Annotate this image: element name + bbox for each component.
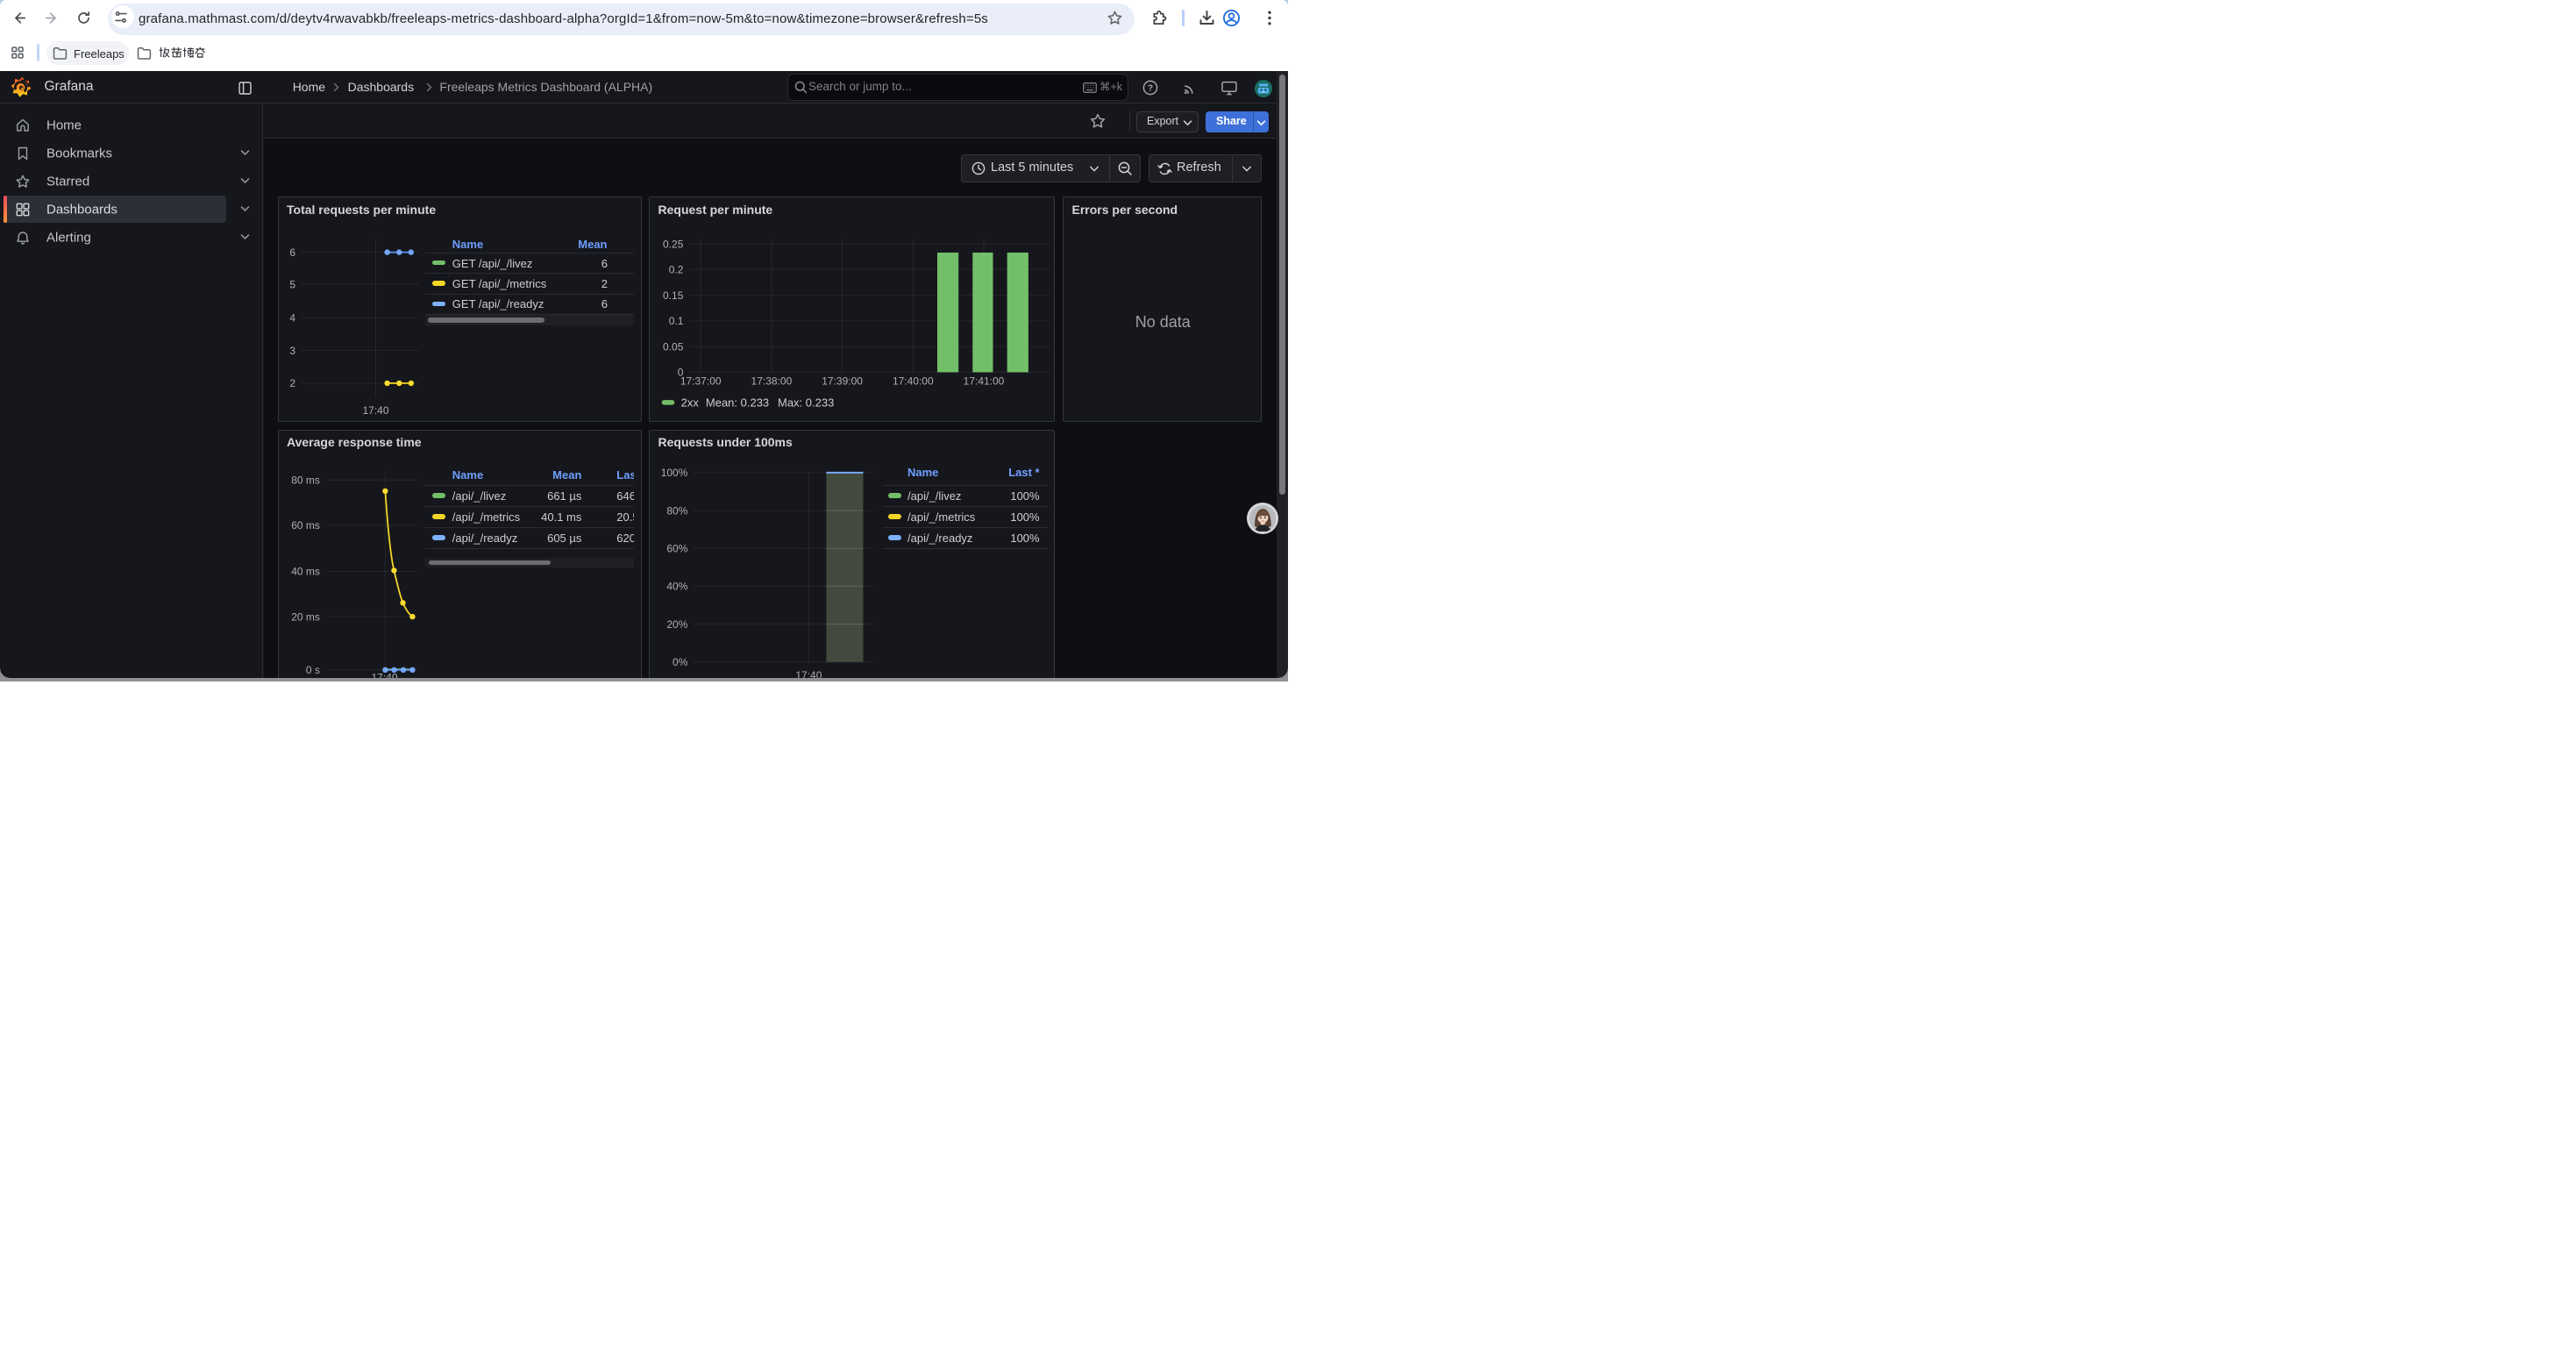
svg-text:3: 3 [289, 345, 295, 357]
svg-text:40%: 40% [666, 580, 687, 592]
svg-text:5: 5 [289, 279, 295, 291]
svg-text:0.2: 0.2 [669, 263, 684, 275]
svg-text:Max: 0.233: Max: 0.233 [778, 396, 834, 409]
svg-text:20%: 20% [666, 617, 687, 630]
svg-text:40 ms: 40 ms [291, 565, 320, 577]
svg-text:0%: 0% [672, 656, 688, 668]
svg-text:17:37:00: 17:37:00 [680, 375, 722, 388]
svg-text:17:41:00: 17:41:00 [964, 375, 1005, 388]
svg-text:2xx: 2xx [681, 396, 700, 409]
svg-text:Mean: 0.233: Mean: 0.233 [706, 396, 769, 409]
svg-text:80 ms: 80 ms [291, 474, 320, 486]
svg-text:60 ms: 60 ms [291, 519, 320, 532]
svg-text:4: 4 [289, 311, 295, 324]
svg-text:60%: 60% [666, 542, 687, 554]
svg-text:2: 2 [289, 377, 295, 389]
svg-text:0.1: 0.1 [669, 315, 684, 327]
svg-text:20 ms: 20 ms [291, 610, 320, 623]
svg-text:0 s: 0 s [305, 664, 319, 676]
svg-text:6: 6 [289, 246, 295, 259]
svg-text:?: ? [1147, 82, 1152, 93]
svg-text:17:40: 17:40 [362, 404, 388, 417]
svg-text:0.15: 0.15 [663, 289, 684, 302]
svg-text:0.05: 0.05 [663, 340, 684, 353]
svg-text:0.25: 0.25 [663, 238, 684, 250]
svg-text:80%: 80% [666, 504, 687, 517]
svg-text:17:40:00: 17:40:00 [893, 375, 934, 388]
svg-text:17:39:00: 17:39:00 [822, 375, 863, 388]
svg-text:100%: 100% [661, 467, 688, 479]
svg-text:17:38:00: 17:38:00 [751, 375, 793, 388]
